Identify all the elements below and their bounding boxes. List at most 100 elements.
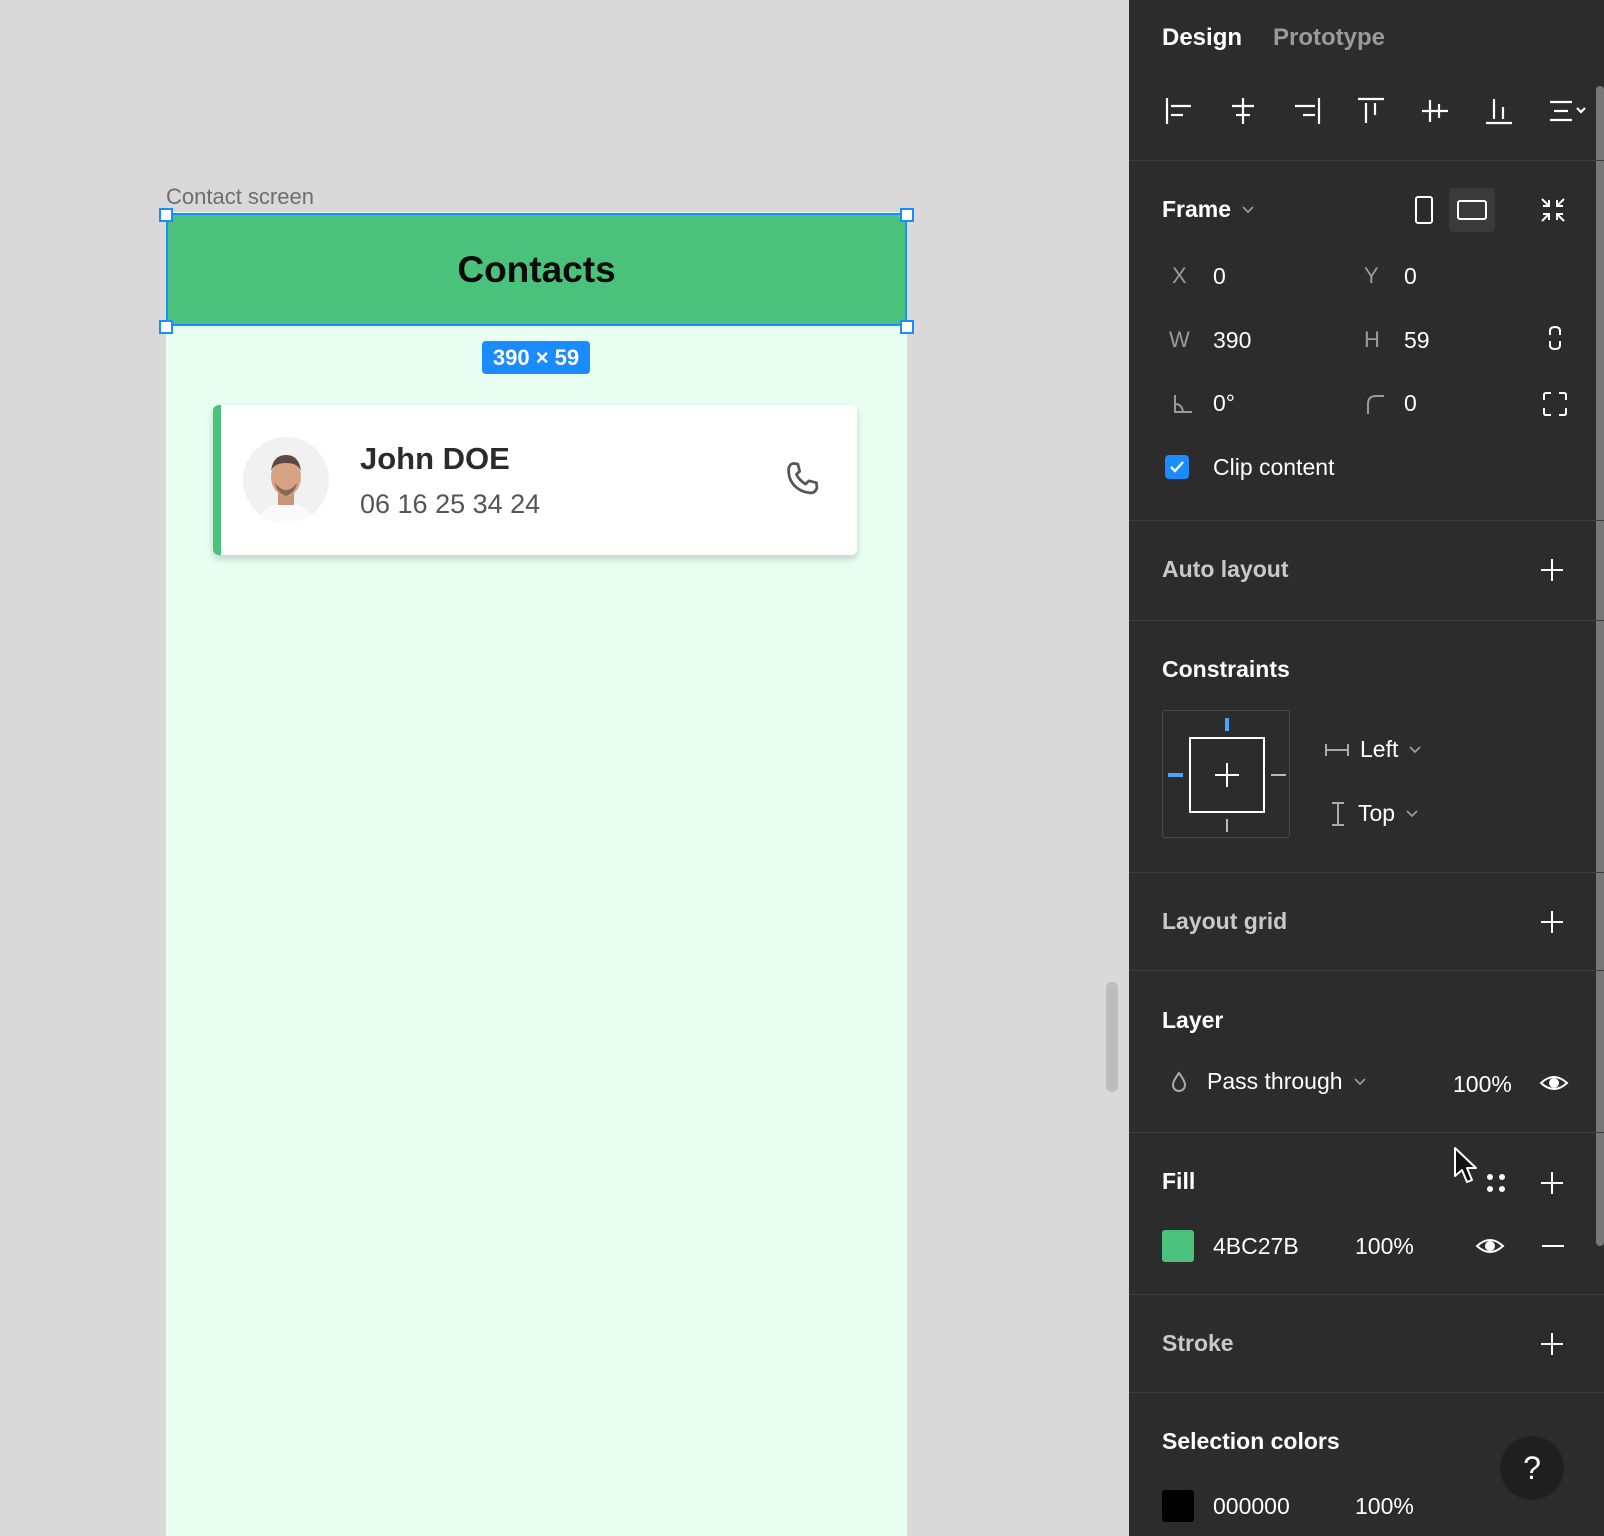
rotation-input[interactable]: 0° [1213, 390, 1235, 417]
selection-colors-title: Selection colors [1162, 1428, 1340, 1454]
constrain-proportions-icon[interactable] [1541, 324, 1569, 352]
size-badge: 390 × 59 [482, 341, 590, 374]
resize-handle-bottom-right[interactable] [900, 320, 914, 334]
help-label: ? [1523, 1449, 1541, 1486]
divider [1129, 520, 1604, 521]
layer-title: Layer [1162, 1007, 1224, 1033]
canvas-scrollbar[interactable] [1106, 982, 1118, 1092]
remove-fill-icon[interactable] [1539, 1232, 1567, 1260]
chevron-down-icon [1409, 745, 1422, 753]
mouse-cursor-icon [1452, 1146, 1480, 1186]
width-input[interactable]: 390 [1213, 327, 1251, 354]
alignment-toolbar [1162, 94, 1586, 130]
blend-mode-value: Pass through [1207, 1068, 1343, 1094]
selection-color-opacity[interactable]: 100% [1355, 1493, 1414, 1520]
align-horizontal-center-icon[interactable] [1226, 94, 1260, 128]
panel-scrollbar[interactable] [1596, 86, 1604, 1246]
distribute-icon[interactable] [1546, 94, 1590, 128]
style-grid-icon[interactable] [1482, 1169, 1510, 1197]
auto-layout-title: Auto layout [1162, 556, 1289, 582]
divider [1129, 1132, 1604, 1133]
vertical-constraint-icon [1332, 801, 1344, 826]
w-label: W [1169, 327, 1190, 352]
height-input[interactable]: 59 [1404, 327, 1430, 354]
divider [1129, 160, 1604, 161]
avatar [243, 437, 329, 523]
add-auto-layout-icon[interactable] [1539, 557, 1565, 583]
vertical-constraint-dropdown[interactable]: Top [1328, 800, 1419, 827]
landscape-icon [1457, 200, 1487, 220]
frame-section-title: Frame [1162, 196, 1232, 222]
phone-icon[interactable] [781, 457, 825, 501]
x-label: X [1172, 263, 1187, 288]
contact-name: John DOE [360, 441, 510, 476]
divider [1129, 1294, 1604, 1295]
align-left-icon[interactable] [1162, 94, 1196, 128]
help-button[interactable]: ? [1500, 1436, 1564, 1500]
horizontal-constraint-icon [1325, 743, 1349, 756]
landscape-orientation-button[interactable] [1449, 188, 1495, 232]
corner-radius-input[interactable]: 0 [1404, 390, 1417, 417]
selection-color-hex[interactable]: 000000 [1213, 1493, 1290, 1520]
blend-mode-dropdown[interactable]: Pass through [1169, 1068, 1367, 1095]
resize-to-fit-icon[interactable] [1539, 196, 1567, 224]
selection-color-swatch[interactable] [1162, 1490, 1194, 1522]
add-layout-grid-icon[interactable] [1539, 909, 1565, 935]
contact-phone: 06 16 25 34 24 [360, 489, 541, 519]
align-vertical-center-icon[interactable] [1418, 94, 1452, 128]
tab-prototype[interactable]: Prototype [1273, 24, 1385, 52]
independent-corners-icon[interactable] [1541, 390, 1569, 418]
constraint-lines [1168, 718, 1286, 832]
vertical-constraint-value: Top [1358, 800, 1396, 826]
layer-opacity-input[interactable]: 100% [1453, 1071, 1512, 1098]
layout-grid-title: Layout grid [1162, 908, 1288, 934]
constraint-widget[interactable] [1162, 710, 1290, 838]
stroke-title: Stroke [1162, 1330, 1234, 1356]
header-title: Contacts [457, 248, 616, 290]
chevron-down-icon [1353, 1077, 1366, 1085]
checkmark-icon [1170, 461, 1184, 473]
divider [1129, 1392, 1604, 1393]
horizontal-constraint-dropdown[interactable]: Left [1324, 736, 1422, 763]
design-canvas[interactable]: Contact screen Contacts 390 × 59 John DO… [0, 0, 1128, 1536]
panel-tabs: Design Prototype [1162, 24, 1385, 52]
rotation-icon [1169, 390, 1197, 418]
frame-type-dropdown[interactable]: Frame [1162, 196, 1255, 223]
portrait-icon [1415, 196, 1433, 224]
resize-handle-top-right[interactable] [900, 208, 914, 222]
y-label: Y [1364, 263, 1379, 288]
portrait-orientation-button[interactable] [1401, 188, 1447, 232]
y-input[interactable]: 0 [1404, 263, 1417, 290]
clip-content-label[interactable]: Clip content [1213, 454, 1334, 481]
tab-design[interactable]: Design [1162, 24, 1242, 52]
corner-radius-icon [1362, 390, 1390, 418]
layer-visibility-eye-icon[interactable] [1539, 1069, 1569, 1097]
divider [1129, 970, 1604, 971]
fill-title: Fill [1162, 1168, 1196, 1194]
divider [1129, 620, 1604, 621]
align-bottom-icon[interactable] [1482, 94, 1516, 128]
divider [1129, 872, 1604, 873]
horizontal-constraint-value: Left [1360, 736, 1399, 762]
x-input[interactable]: 0 [1213, 263, 1226, 290]
fill-opacity-input[interactable]: 100% [1355, 1233, 1414, 1260]
resize-handle-top-left[interactable] [159, 208, 173, 222]
align-top-icon[interactable] [1354, 94, 1388, 128]
chevron-down-icon [1242, 205, 1254, 213]
constraints-title: Constraints [1162, 656, 1290, 682]
fill-color-swatch[interactable] [1162, 1230, 1194, 1262]
add-stroke-icon[interactable] [1539, 1331, 1565, 1357]
frame-name-label[interactable]: Contact screen [166, 184, 314, 210]
align-right-icon[interactable] [1290, 94, 1324, 128]
chevron-down-icon [1406, 809, 1418, 817]
h-label: H [1364, 327, 1380, 352]
contact-card[interactable]: John DOE 06 16 25 34 24 [213, 405, 857, 555]
properties-panel: Design Prototype Frame X 0 Y 0 W 390 H 5… [1129, 0, 1604, 1536]
add-fill-icon[interactable] [1539, 1170, 1565, 1196]
contacts-header-bar[interactable]: Contacts [166, 213, 907, 326]
resize-handle-bottom-left[interactable] [159, 320, 173, 334]
fill-visibility-eye-icon[interactable] [1475, 1232, 1505, 1260]
drop-icon [1171, 1070, 1187, 1092]
clip-content-checkbox[interactable] [1165, 455, 1189, 479]
fill-hex-input[interactable]: 4BC27B [1213, 1233, 1299, 1260]
